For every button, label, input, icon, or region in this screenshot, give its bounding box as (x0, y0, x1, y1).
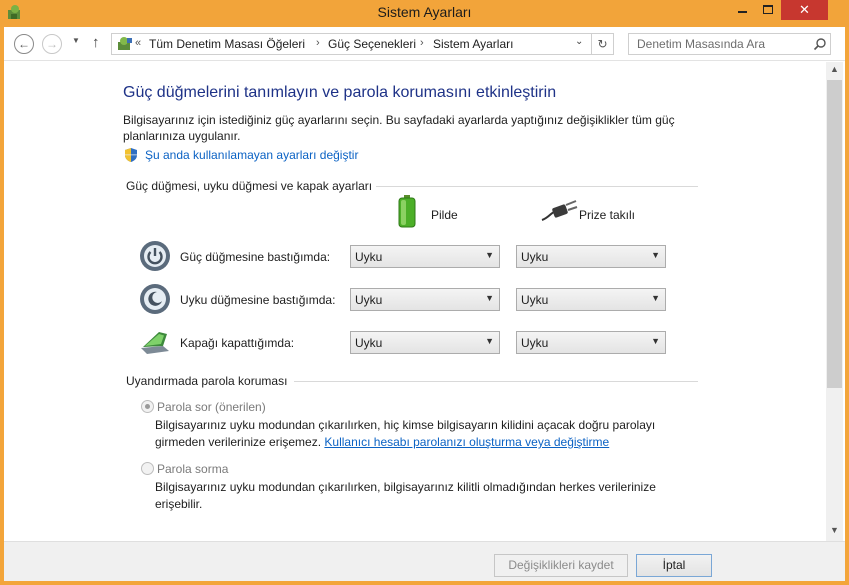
power-button-icon (140, 241, 170, 271)
sleep-button-label: Uyku düğmesine bastığımda: (180, 293, 336, 307)
breadcrumb-system-settings[interactable]: Sistem Ayarları (433, 37, 513, 51)
no-password-description: Bilgisayarınız uyku modundan çıkarılırke… (155, 480, 656, 511)
search-box[interactable]: Denetim Masasında Ara (628, 33, 831, 55)
section-divider (294, 381, 698, 382)
settings-content: Güç düğmelerini tanımlayın ve parola kor… (4, 62, 826, 541)
minimize-icon (738, 11, 747, 13)
admin-shield-icon (125, 148, 137, 162)
chevron-down-icon: ▼ (651, 293, 660, 303)
power-button-label: Güç düğmesine bastığımda: (180, 250, 331, 264)
recent-locations-button[interactable]: ▼ (72, 36, 80, 45)
window-client: ← → ▼ ↑ « Tüm Denetim Masası Öğeleri › G… (4, 27, 845, 581)
forward-button[interactable]: → (42, 34, 62, 54)
back-button[interactable]: ← (14, 34, 34, 54)
navigation-bar: ← → ▼ ↑ « Tüm Denetim Masası Öğeleri › G… (4, 27, 845, 61)
control-panel-icon (118, 37, 132, 50)
power-button-plugged-select[interactable]: Uyku ▼ (516, 245, 666, 268)
breadcrumb-power-options[interactable]: Güç Seçenekleri (328, 37, 416, 51)
no-password-radio[interactable] (141, 462, 154, 475)
close-button[interactable]: ✕ (781, 0, 828, 20)
sleep-button-plugged-select[interactable]: Uyku ▼ (516, 288, 666, 311)
chevron-down-icon: ▼ (485, 336, 494, 346)
close-icon: ✕ (799, 2, 810, 17)
select-value: Uyku (521, 336, 549, 350)
address-dropdown-icon[interactable]: ⌄ (575, 36, 583, 47)
battery-icon (398, 195, 416, 228)
lid-close-label: Kapağı kapattığımda: (180, 336, 295, 350)
chevron-down-icon: ▼ (485, 293, 494, 303)
maximize-button[interactable] (755, 0, 781, 20)
select-value: Uyku (355, 293, 383, 307)
save-changes-button[interactable]: Değişiklikleri kaydet (494, 554, 628, 577)
buttons-section-title: Güç düğmesi, uyku düğmesi ve kapak ayarl… (126, 179, 373, 193)
laptop-lid-icon (141, 332, 169, 354)
address-bar[interactable]: « Tüm Denetim Masası Öğeleri › Güç Seçen… (111, 33, 592, 55)
sleep-button-icon (140, 284, 170, 314)
lid-close-battery-select[interactable]: Uyku ▼ (350, 331, 500, 354)
column-plugged-in: Prize takılı (579, 208, 636, 222)
select-value: Uyku (355, 336, 383, 350)
search-icon[interactable] (813, 37, 827, 51)
lid-close-plugged-select[interactable]: Uyku ▼ (516, 331, 666, 354)
user-account-password-link[interactable]: Kullanıcı hesabı parolanızı oluşturma ve… (324, 435, 609, 449)
select-value: Uyku (521, 250, 549, 264)
chevron-down-icon: ▼ (651, 336, 660, 346)
password-section-title: Uyandırmada parola koruması (126, 374, 288, 388)
chevron-down-icon: ▼ (651, 250, 660, 260)
power-button-battery-select[interactable]: Uyku ▼ (350, 245, 500, 268)
section-divider (376, 186, 698, 187)
change-unavailable-settings-link[interactable]: Şu anda kullanılamayan ayarları değiştir (145, 148, 358, 162)
vertical-scrollbar[interactable]: ▲ ▼ (826, 62, 843, 541)
breadcrumb-separator[interactable]: › (420, 37, 424, 49)
scroll-down-icon[interactable]: ▼ (830, 525, 839, 535)
column-on-battery: Pilde (431, 208, 458, 222)
breadcrumb-all-control-panel-items[interactable]: Tüm Denetim Masası Öğeleri (149, 37, 305, 51)
chevron-down-icon: ▼ (485, 250, 494, 260)
window-title: Sistem Ayarları (377, 4, 472, 20)
scrollbar-thumb[interactable] (827, 80, 842, 388)
select-value: Uyku (521, 293, 549, 307)
scroll-up-icon[interactable]: ▲ (830, 64, 839, 74)
up-button[interactable]: ↑ (92, 34, 100, 51)
title-bar: Sistem Ayarları ✕ (0, 0, 849, 27)
refresh-button[interactable]: ↻ (592, 33, 614, 55)
ask-password-label[interactable]: Parola sor (önerilen) (157, 400, 266, 414)
ask-password-description: Bilgisayarınız uyku modundan çıkarılırke… (155, 417, 675, 451)
select-value: Uyku (355, 250, 383, 264)
page-description: Bilgisayarınız için istediğiniz güç ayar… (123, 113, 675, 143)
maximize-icon (763, 5, 773, 14)
power-plug-icon (541, 200, 578, 221)
breadcrumb-overflow[interactable]: « (135, 37, 141, 49)
breadcrumb-separator[interactable]: › (316, 37, 320, 49)
minimize-button[interactable] (729, 0, 755, 20)
sleep-button-battery-select[interactable]: Uyku ▼ (350, 288, 500, 311)
ask-password-radio[interactable] (141, 400, 154, 413)
search-input[interactable]: Denetim Masasında Ara (637, 37, 765, 51)
cancel-button[interactable]: İptal (636, 554, 712, 577)
footer-bar: Değişiklikleri kaydet İptal (4, 541, 845, 581)
no-password-label[interactable]: Parola sorma (157, 462, 228, 476)
page-title: Güç düğmelerini tanımlayın ve parola kor… (123, 84, 557, 101)
